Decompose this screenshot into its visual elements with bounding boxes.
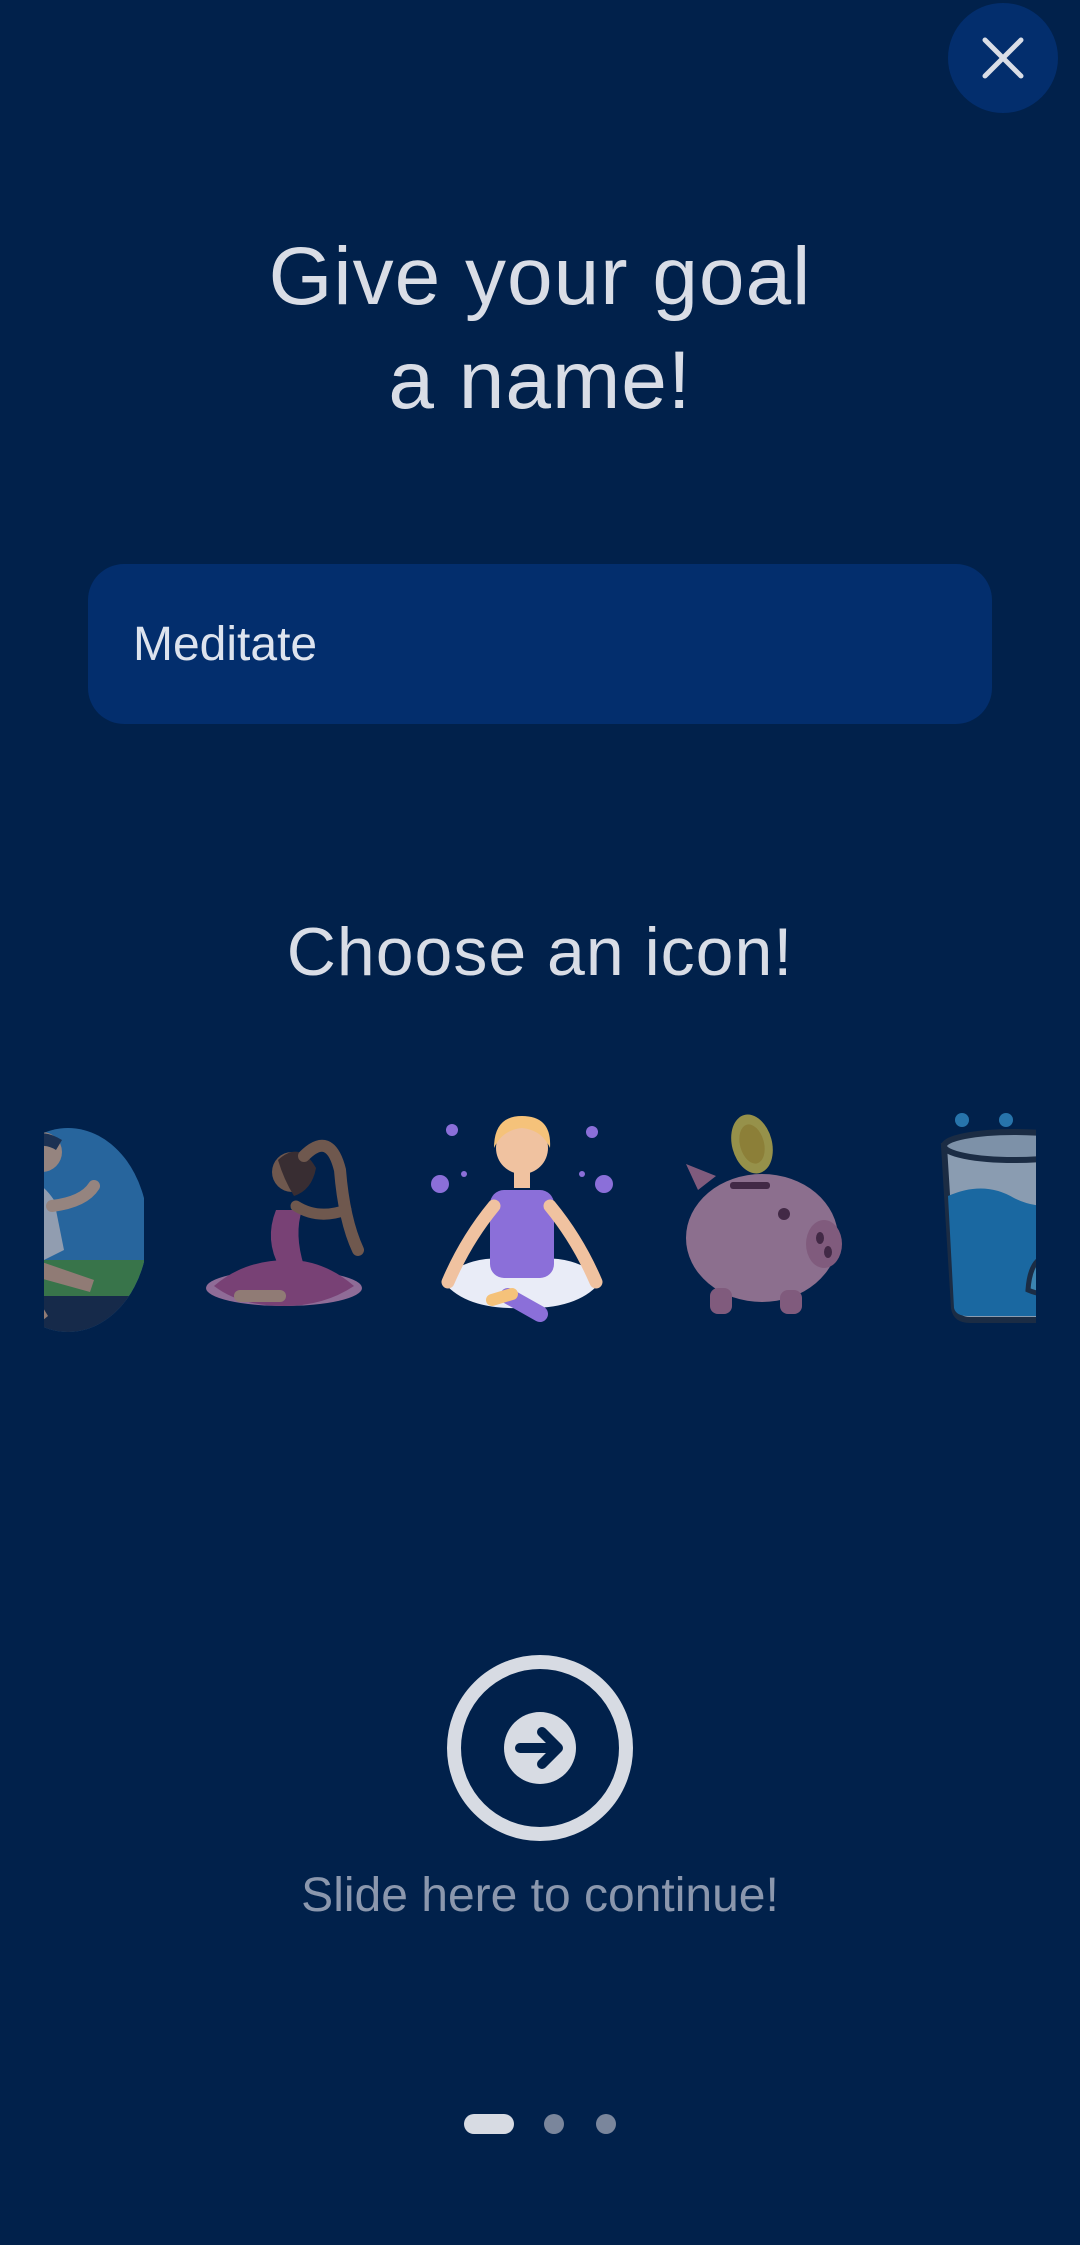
close-button[interactable] bbox=[948, 3, 1058, 113]
title-line-1: Give your goal bbox=[268, 231, 812, 322]
close-icon bbox=[982, 37, 1024, 79]
page-title: Give your goal a name! bbox=[0, 225, 1080, 433]
water-glass-icon[interactable] bbox=[934, 1110, 1036, 1350]
piggy-bank-icon[interactable] bbox=[664, 1110, 864, 1350]
meditation-icon[interactable] bbox=[422, 1110, 622, 1350]
goal-setup-screen: Give your goal a name! Choose an icon! bbox=[0, 0, 1080, 2245]
continue-slider-button[interactable] bbox=[446, 1654, 634, 1842]
page-dot-1 bbox=[464, 2114, 514, 2134]
continue-hint: Slide here to continue! bbox=[301, 1869, 779, 1922]
page-dot-2 bbox=[544, 2114, 564, 2134]
icon-picker-heading: Choose an icon! bbox=[286, 914, 794, 990]
page-indicator bbox=[0, 2114, 1080, 2138]
runner-icon[interactable] bbox=[44, 1110, 144, 1350]
goal-name-input[interactable] bbox=[88, 564, 992, 724]
yoga-icon[interactable] bbox=[184, 1110, 384, 1350]
arrow-right-circle-icon bbox=[447, 1655, 633, 1841]
icon-carousel[interactable] bbox=[44, 1110, 1036, 1350]
title-line-2: a name! bbox=[388, 335, 692, 426]
page-dot-3 bbox=[596, 2114, 616, 2134]
